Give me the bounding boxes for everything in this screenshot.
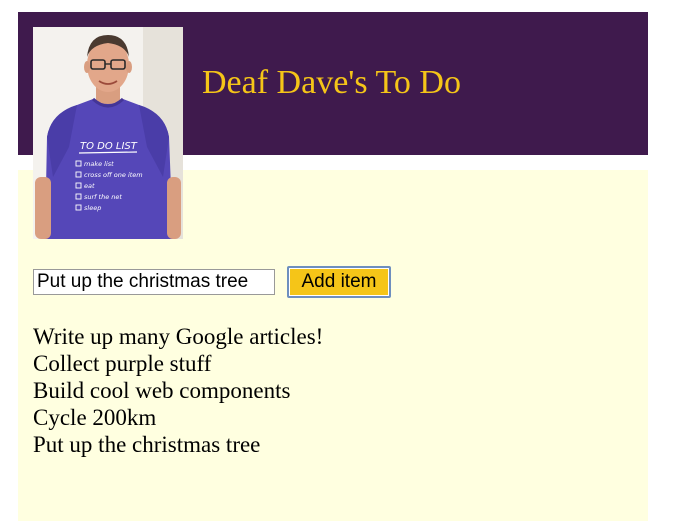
shirt-item: cross off one item	[84, 171, 143, 179]
shirt-item: make list	[84, 160, 114, 168]
todo-list: Write up many Google articles! Collect p…	[33, 323, 323, 458]
shirt-item: sleep	[84, 204, 101, 212]
avatar: TO DO LIST make list cross off one item …	[33, 27, 183, 239]
todo-item: Put up the christmas tree	[33, 432, 261, 457]
shirt-lettering: TO DO LIST	[80, 141, 138, 152]
avatar-photo: TO DO LIST make list cross off one item …	[33, 27, 183, 239]
todo-app: Deaf Dave's To Do Add item Write up many…	[18, 12, 648, 521]
shirt-item: surf the net	[84, 193, 122, 201]
todo-item: Collect purple stuff	[33, 351, 212, 376]
shirt-item: eat	[84, 182, 95, 190]
todo-item: Cycle 200km	[33, 405, 157, 430]
todo-item: Build cool web components	[33, 378, 291, 403]
add-item-button[interactable]: Add item	[287, 266, 391, 298]
page-title: Deaf Dave's To Do	[202, 64, 461, 101]
todo-item: Write up many Google articles!	[33, 324, 324, 349]
new-todo-input[interactable]	[33, 269, 275, 295]
